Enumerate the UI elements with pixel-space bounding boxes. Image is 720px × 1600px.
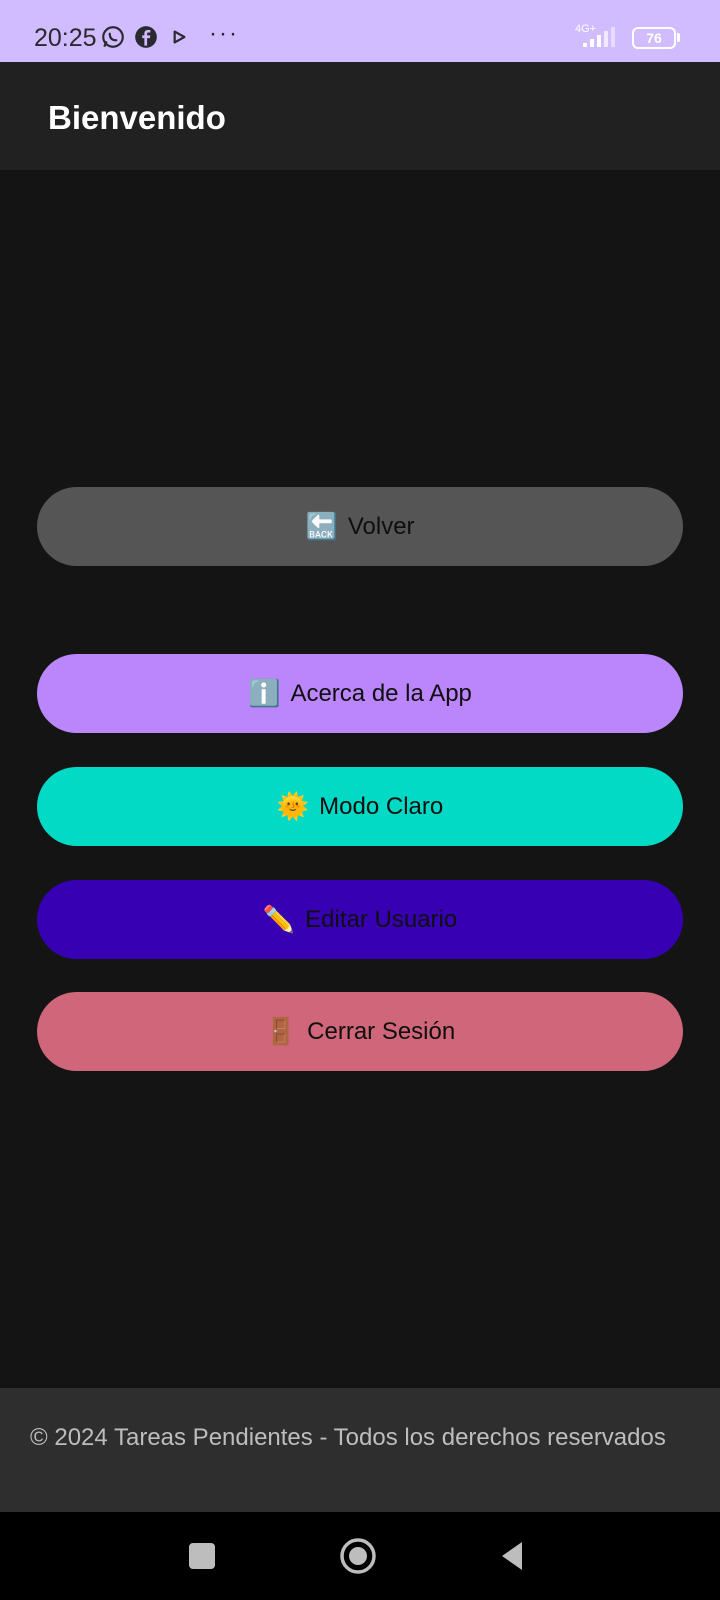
back-icon[interactable]: [492, 1534, 536, 1578]
back-arrow-icon: 🔙: [305, 511, 338, 542]
battery-cap: [677, 33, 680, 42]
about-app-button-label: Acerca de la App: [290, 679, 472, 707]
home-icon[interactable]: [336, 1534, 380, 1578]
back-button-label: Volver: [347, 512, 415, 540]
door-icon: 🚪: [264, 1016, 298, 1047]
logout-button[interactable]: 🚪 Cerrar Sesión: [37, 992, 683, 1071]
back-button[interactable]: 🔙 Volver: [37, 487, 683, 566]
edit-user-button[interactable]: ✏️ Editar Usuario: [37, 880, 683, 959]
recents-icon[interactable]: [180, 1534, 224, 1578]
system-nav-bar: [0, 1512, 720, 1600]
logout-button-label: Cerrar Sesión: [307, 1017, 456, 1045]
edit-user-button-label: Editar Usuario: [305, 905, 458, 933]
copyright-text: © 2024 Tareas Pendientes - Todos los der…: [30, 1424, 666, 1451]
app-bar: Bienvenido: [0, 62, 720, 170]
page-title: Bienvenido: [48, 99, 226, 136]
status-bar: 20:25 ··· 4G+ 76: [0, 0, 720, 62]
status-time: 20:25: [34, 24, 97, 52]
footer: © 2024 Tareas Pendientes - Todos los der…: [0, 1388, 720, 1512]
battery-icon: 76: [632, 27, 676, 49]
battery-level: 76: [646, 30, 662, 46]
light-mode-button[interactable]: 🌞 Modo Claro: [37, 767, 683, 846]
pencil-icon: ✏️: [262, 904, 296, 935]
signal-icon: 4G+: [575, 23, 623, 49]
play-icon: [166, 24, 192, 50]
whatsapp-icon: [100, 24, 126, 50]
facebook-icon: [133, 24, 159, 50]
about-app-button[interactable]: ℹ️ Acerca de la App: [37, 654, 683, 733]
sun-icon: 🌞: [276, 791, 310, 822]
light-mode-button-label: Modo Claro: [319, 792, 444, 820]
more-notifications-icon: ···: [209, 20, 239, 47]
info-icon: ℹ️: [248, 678, 281, 709]
